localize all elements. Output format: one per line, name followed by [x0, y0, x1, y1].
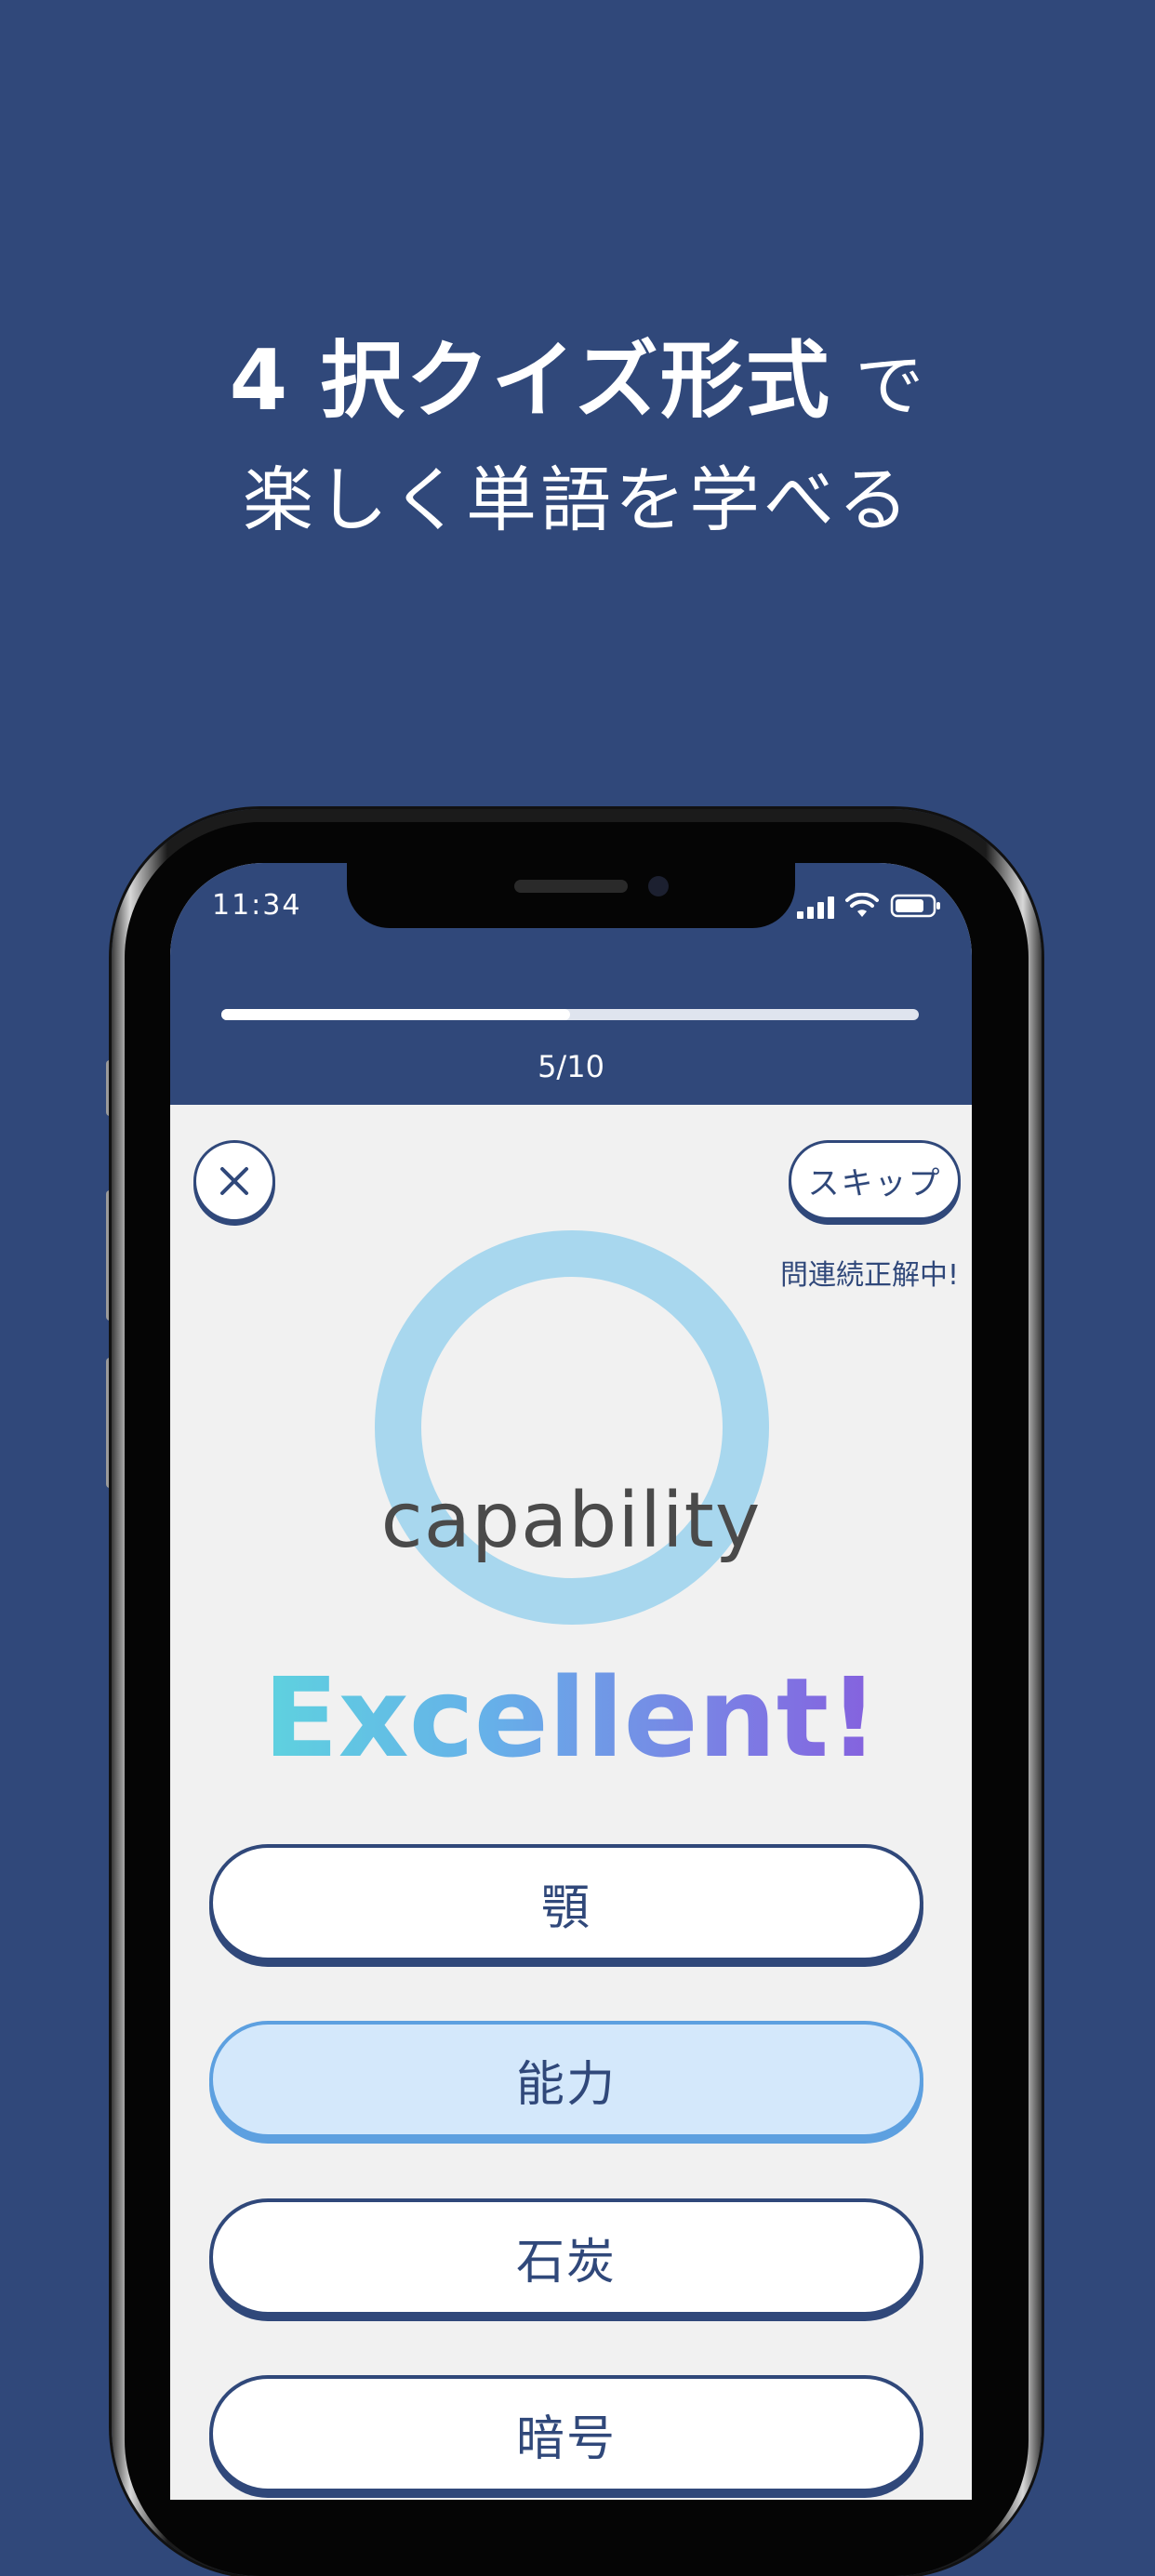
streak-text: 問連続正解中!: [779, 1259, 959, 1292]
wifi-icon: [845, 893, 879, 917]
quiz-word: capability: [380, 1477, 762, 1565]
headline-bold-text: 4 択クイズ形式: [229, 332, 831, 430]
answer-choice-4[interactable]: 暗号: [209, 2375, 923, 2492]
quiz-progress-text: 5/10: [538, 1049, 604, 1084]
front-camera: [648, 876, 669, 896]
status-icons: [797, 891, 942, 919]
skip-button[interactable]: スキップ: [789, 1140, 961, 1220]
quiz-progress-fill: [221, 1009, 570, 1020]
phone-screen: 11:34 5/10 スキップ 問連続正解中! capability Excel…: [170, 863, 972, 2500]
answer-choice-2[interactable]: 能力: [209, 2021, 923, 2138]
headline-line2: 楽しく単語を学べる: [243, 458, 912, 541]
cellular-signal-icon: [797, 896, 834, 919]
status-time: 11:34: [212, 889, 302, 922]
headline-line1: 4 択クイズ形式 で: [0, 325, 1155, 442]
answer-choice-1[interactable]: 顎: [209, 1844, 923, 1961]
quiz-progress-bar: [221, 1009, 919, 1020]
promo-headline: 4 択クイズ形式 で 楽しく単語を学べる: [0, 325, 1155, 551]
answer-choice-3[interactable]: 石炭: [209, 2198, 923, 2316]
timer-ring: [375, 1230, 769, 1625]
headline-light-text: で: [830, 346, 926, 426]
phone-notch: [347, 863, 795, 928]
speaker-grille: [514, 880, 628, 893]
close-icon: [220, 1167, 248, 1195]
battery-icon: [890, 894, 940, 918]
feedback-text: Excellent!: [170, 1653, 972, 1782]
close-button[interactable]: [193, 1140, 275, 1222]
